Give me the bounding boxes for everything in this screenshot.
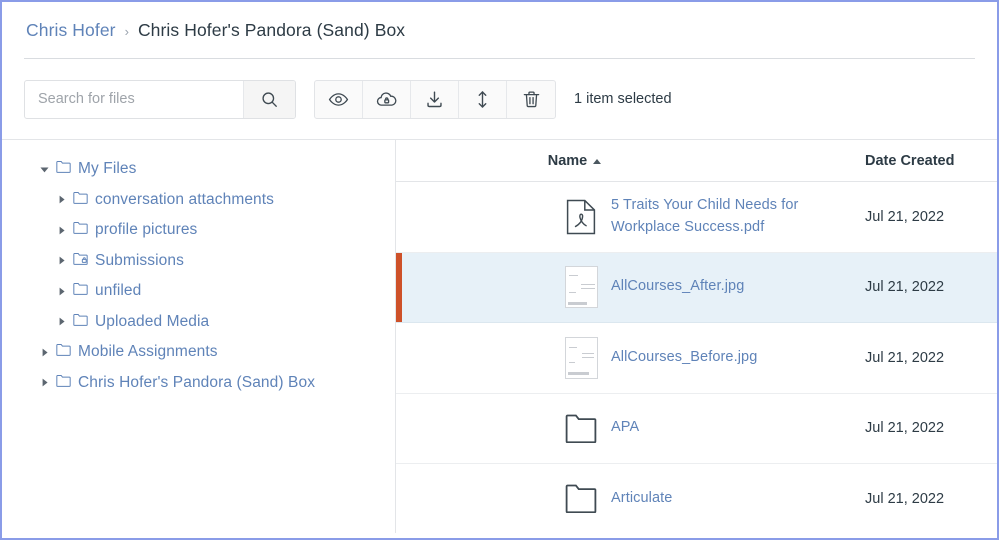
chevron-right-icon[interactable]: [57, 256, 66, 265]
folder-icon: [56, 160, 71, 178]
image-thumbnail: [564, 266, 598, 309]
chevron-right-icon[interactable]: [57, 226, 66, 235]
tree-item-uploaded-media[interactable]: Uploaded Media: [2, 307, 395, 338]
tree-item-label: profile pictures: [95, 221, 198, 239]
folder-icon: [564, 414, 598, 443]
chevron-right-icon[interactable]: [40, 378, 49, 387]
search-icon: [262, 91, 277, 107]
folder-icon: [73, 221, 88, 239]
cloud-lock-icon: [376, 91, 397, 106]
tree-item-label: Mobile Assignments: [78, 343, 218, 361]
file-name-cell: APA: [404, 414, 857, 443]
file-name-link[interactable]: AllCourses_Before.jpg: [611, 347, 757, 369]
tree-item-mobile-assignments[interactable]: Mobile Assignments: [2, 337, 395, 368]
folder-icon: [73, 313, 88, 331]
trash-icon: [523, 90, 539, 107]
file-date-created: Jul 21, 2022: [865, 349, 945, 366]
file-date-created: Jul 21, 2022: [865, 279, 945, 296]
table-row[interactable]: AllCourses_Before.jpg Jul 21, 2022: [396, 323, 997, 394]
selection-status: 1 item selected: [574, 91, 672, 107]
breadcrumb: Chris Hofer › Chris Hofer's Pandora (San…: [2, 2, 997, 58]
table-row[interactable]: APA Jul 21, 2022: [396, 394, 997, 464]
chevron-right-icon[interactable]: [57, 195, 66, 204]
table-row[interactable]: 5 Traits Your Child Needs for Workplace …: [396, 182, 997, 253]
file-name-cell: AllCourses_After.jpg: [404, 266, 857, 309]
download-button[interactable]: [411, 80, 459, 118]
column-header-date-created-label: Date Created: [865, 152, 955, 169]
file-name-cell: Articulate: [404, 484, 857, 514]
tree-item-submissions[interactable]: Submissions: [2, 246, 395, 277]
tree-item-my-files[interactable]: My Files: [2, 154, 395, 185]
file-name-cell: 5 Traits Your Child Needs for Workplace …: [404, 195, 857, 239]
manage-access-button[interactable]: [363, 80, 411, 118]
tree-item-conversation-attachments[interactable]: conversation attachments: [2, 185, 395, 216]
file-name-cell: AllCourses_Before.jpg: [404, 336, 857, 379]
breadcrumb-current: Chris Hofer's Pandora (Sand) Box: [137, 19, 406, 40]
chevron-right-icon[interactable]: [57, 317, 66, 326]
file-date-created: Jul 21, 2022: [865, 208, 945, 225]
file-name-link[interactable]: 5 Traits Your Child Needs for Workplace …: [611, 195, 845, 239]
files-toolbar: 1 item selected: [2, 59, 997, 139]
folder-icon: [73, 191, 88, 209]
move-updown-icon: [478, 90, 487, 108]
tree-item-label: Uploaded Media: [95, 312, 210, 330]
folder-lock-icon: [73, 252, 88, 270]
file-name-link[interactable]: Articulate: [611, 488, 672, 510]
folder-icon: [56, 343, 71, 361]
table-row[interactable]: Articulate Jul 21, 2022: [396, 464, 997, 533]
column-header-name[interactable]: Name: [404, 153, 857, 169]
file-list-header: Name Date Created: [396, 140, 997, 182]
files-page: Chris Hofer › Chris Hofer's Pandora (San…: [0, 0, 999, 540]
download-icon: [427, 90, 442, 107]
search-input[interactable]: [25, 80, 243, 118]
tree-item-profile-pictures[interactable]: profile pictures: [2, 215, 395, 246]
chevron-right-icon[interactable]: [57, 287, 66, 296]
tree-item-label: Chris Hofer's Pandora (Sand) Box: [78, 373, 316, 391]
tree-item-label: My Files: [78, 160, 137, 178]
file-date-created: Jul 21, 2022: [865, 490, 945, 507]
tree-item-label: unfiled: [95, 282, 142, 300]
tree-item-unfiled[interactable]: unfiled: [2, 276, 395, 307]
column-header-name-label: Name: [547, 152, 588, 169]
file-date-created: Jul 21, 2022: [865, 420, 945, 437]
file-list: Name Date Created 5 Traits Your Child Ne…: [396, 140, 997, 533]
folder-tree-sidebar: My Files conversation attachments profil…: [2, 140, 396, 533]
tree-item-label: Submissions: [95, 251, 184, 269]
column-header-date-created[interactable]: Date Created: [857, 153, 997, 169]
image-thumbnail: [564, 336, 598, 379]
tree-item-label: conversation attachments: [95, 190, 275, 208]
preview-button[interactable]: [315, 80, 363, 118]
pdf-file-icon: [564, 199, 598, 235]
eye-icon: [328, 92, 349, 106]
file-action-button-group: [314, 79, 556, 119]
delete-button[interactable]: [507, 81, 555, 118]
sort-ascending-icon: [593, 159, 602, 164]
file-name-link[interactable]: AllCourses_After.jpg: [611, 276, 744, 298]
tree-item-pandora-sand-box[interactable]: Chris Hofer's Pandora (Sand) Box: [2, 368, 395, 399]
folder-icon: [56, 374, 71, 392]
table-row[interactable]: AllCourses_After.jpg Jul 21, 2022: [396, 252, 997, 323]
files-body: My Files conversation attachments profil…: [2, 139, 997, 533]
breadcrumb-link-root[interactable]: Chris Hofer: [26, 20, 116, 41]
folder-icon: [73, 282, 88, 300]
chevron-down-icon[interactable]: [40, 165, 49, 174]
folder-icon: [564, 484, 598, 514]
search-box: [24, 79, 296, 119]
file-name-link[interactable]: APA: [611, 417, 639, 439]
chevron-right-icon[interactable]: [40, 348, 49, 357]
breadcrumb-separator-icon: ›: [124, 23, 129, 39]
search-button[interactable]: [243, 80, 295, 118]
move-to-button[interactable]: [459, 80, 507, 118]
